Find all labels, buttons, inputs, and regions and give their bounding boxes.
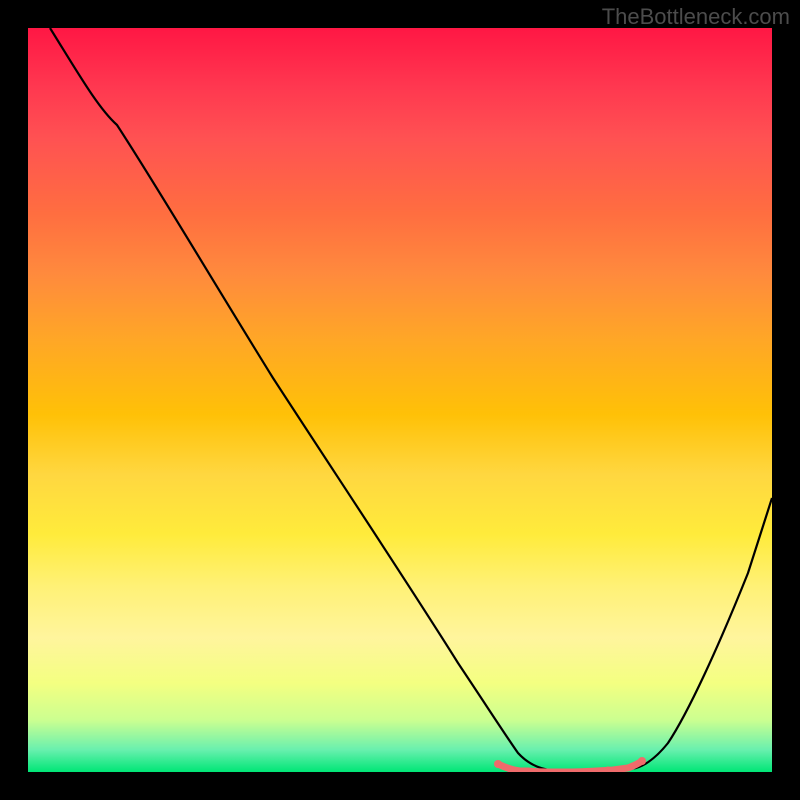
highlight-segment — [498, 761, 642, 772]
chart-plot-area — [28, 28, 772, 772]
main-curve — [50, 28, 772, 772]
highlight-dot-mid2 — [565, 769, 572, 773]
highlight-dot-left — [494, 760, 502, 768]
highlight-dot-mid3 — [605, 767, 612, 773]
highlight-dot-right — [638, 757, 646, 765]
chart-svg — [28, 28, 772, 772]
watermark-text: TheBottleneck.com — [602, 4, 790, 30]
highlight-dot-mid1 — [525, 768, 532, 773]
